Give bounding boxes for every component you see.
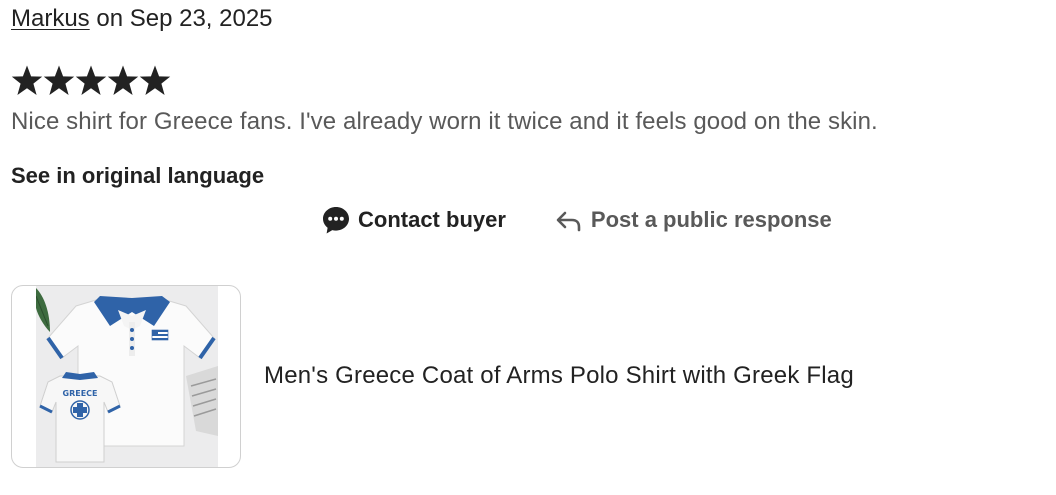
review-actions: Contact buyer Post a public response	[321, 203, 832, 237]
see-original-language-link[interactable]: See in original language	[11, 162, 264, 190]
star-icon	[107, 65, 139, 95]
post-public-response-button[interactable]: Post a public response	[554, 205, 832, 235]
product-thumbnail[interactable]: GREECE	[11, 284, 241, 468]
contact-buyer-label: Contact buyer	[358, 207, 506, 232]
star-icon	[43, 65, 75, 95]
star-icon	[11, 65, 43, 95]
star-icon	[75, 65, 107, 95]
post-public-response-label: Post a public response	[590, 207, 832, 232]
product-title-link[interactable]: Men's Greece Coat of Arms Polo Shirt wit…	[264, 361, 854, 391]
contact-buyer-button[interactable]: Contact buyer	[321, 205, 506, 235]
star-icon	[139, 65, 171, 95]
reviewer-name-link[interactable]: Markus	[11, 5, 90, 32]
review-byline: Markus on Sep 23, 2025	[11, 4, 273, 34]
shirt-print-text: GREECE	[63, 389, 98, 398]
review-card: Markus on Sep 23, 2025 Nice shirt for Gr…	[11, 0, 1051, 495]
review-date: on Sep 23, 2025	[89, 5, 273, 32]
review-text: Nice shirt for Greece fans. I've already…	[11, 108, 878, 135]
reply-arrow-icon	[554, 205, 584, 235]
chat-bubble-icon	[321, 205, 351, 235]
star-rating	[11, 64, 171, 98]
reviewed-product: GREECE Men's Greece Coat of Arms Polo Sh…	[11, 284, 1011, 468]
polo-shirt-image: GREECE	[36, 285, 218, 467]
